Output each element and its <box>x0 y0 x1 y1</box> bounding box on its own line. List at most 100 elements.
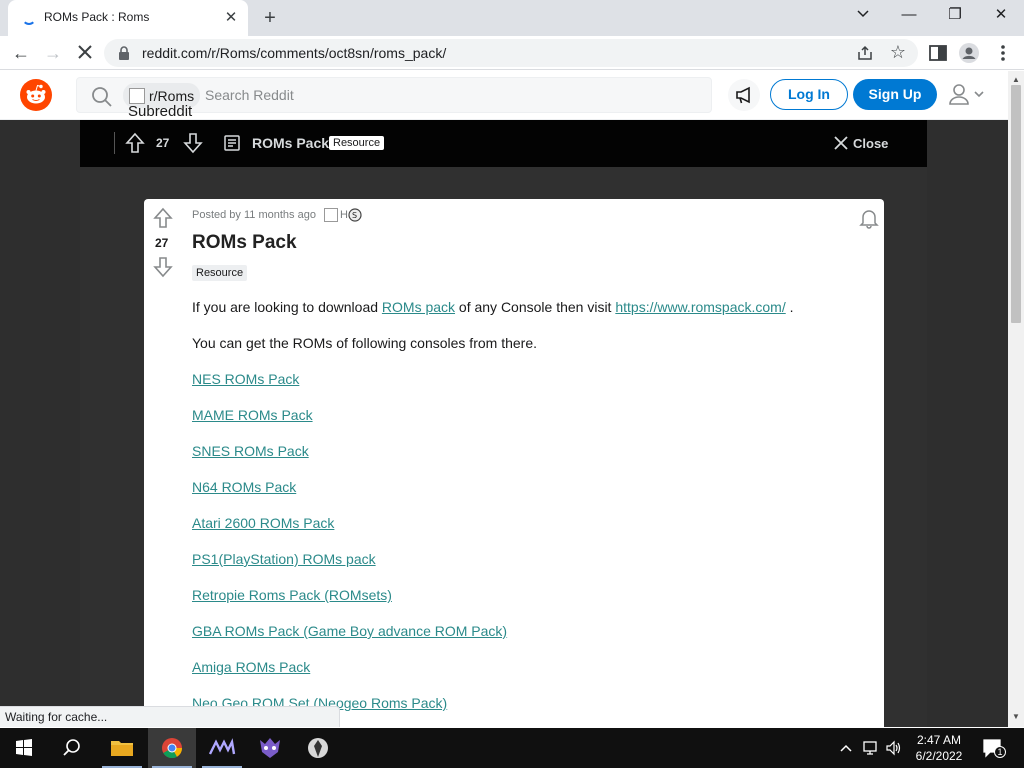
loading-spinner-icon <box>22 11 36 25</box>
browser-menu-icon[interactable] <box>992 42 1014 64</box>
divider <box>114 132 115 154</box>
megaphone-icon <box>736 86 750 104</box>
signup-button[interactable]: Sign Up <box>853 79 937 110</box>
intro-paragraph: If you are looking to download ROMs pack… <box>192 299 872 316</box>
nes-roms-link[interactable]: NES ROMs Pack <box>192 371 299 387</box>
browser-status-bubble: Waiting for cache... <box>0 706 340 727</box>
taskbar-app-vee[interactable] <box>198 728 246 768</box>
n64-roms-link[interactable]: N64 ROMs Pack <box>192 479 296 495</box>
award-coin-icon[interactable]: S <box>348 208 362 222</box>
new-tab-button[interactable]: + <box>257 5 283 31</box>
roms-pack-link[interactable]: ROMs pack <box>382 299 455 315</box>
post-body: If you are looking to download ROMs pack… <box>192 299 872 727</box>
romspack-url-link[interactable]: https://www.romspack.com/ <box>615 299 785 315</box>
downvote-arrow-icon[interactable] <box>182 132 204 154</box>
window-minimize-button[interactable]: — <box>886 0 932 30</box>
window-restore-button[interactable]: ❐ <box>932 0 978 30</box>
action-center-button[interactable]: 1 <box>980 736 1008 760</box>
taskbar-search-button[interactable] <box>48 728 96 768</box>
start-button[interactable] <box>0 728 48 768</box>
close-post-button[interactable]: Close <box>834 133 888 153</box>
login-button[interactable]: Log In <box>770 79 848 110</box>
notification-bell-icon[interactable] <box>858 207 880 229</box>
gba-roms-link[interactable]: GBA ROMs Pack (Game Boy advance ROM Pack… <box>192 623 507 639</box>
scroll-down-arrow-icon[interactable]: ▼ <box>1012 712 1020 721</box>
retropie-roms-link[interactable]: Retropie Roms Pack (ROMsets) <box>192 587 392 603</box>
atari-2600-roms-link[interactable]: Atari 2600 ROMs Pack <box>192 515 334 531</box>
close-label: Close <box>853 135 889 151</box>
award-alt-text: H <box>339 209 348 221</box>
downvote-arrow-icon[interactable] <box>152 256 174 278</box>
intro-text-1: If you are looking to download <box>192 299 382 315</box>
share-icon[interactable] <box>856 44 874 62</box>
post-vote-count: 27 <box>155 236 169 250</box>
network-icon[interactable] <box>862 739 880 757</box>
tab-search-button[interactable] <box>840 0 886 30</box>
back-button[interactable]: ← <box>8 40 34 66</box>
stop-loading-button[interactable] <box>72 40 98 66</box>
chevron-down-icon <box>857 10 869 18</box>
page-scrollbar[interactable]: ▲ ▼ <box>1008 71 1024 727</box>
mame-roms-link[interactable]: MAME ROMs Pack <box>192 407 313 423</box>
notification-count-badge: 1 <box>994 746 1006 758</box>
clock-time: 2:47 AM <box>916 733 962 747</box>
search-icon <box>63 739 80 756</box>
close-icon <box>834 136 848 150</box>
upvote-arrow-icon[interactable] <box>152 207 174 229</box>
reddit-snoo-icon <box>26 84 46 104</box>
post-flair-badge[interactable]: Resource <box>192 265 248 281</box>
overlay-post-title: ROMs Pack <box>252 135 330 151</box>
windows-logo-icon <box>16 739 32 756</box>
advertise-button[interactable] <box>728 79 760 111</box>
reddit-logo-icon[interactable] <box>20 79 52 111</box>
side-panel-icon[interactable] <box>927 42 949 64</box>
browser-tab-strip: ROMs Pack : Roms ✕ + — ❐ ✕ <box>0 0 1024 36</box>
post-title: ROMs Pack <box>192 232 297 253</box>
tab-title: ROMs Pack : Roms <box>44 10 150 24</box>
intro-text-3: . <box>785 299 794 315</box>
post-overlay-header: 27 ROMs Pack Resource Close <box>80 120 927 167</box>
subreddit-alt-text: Subreddit <box>128 103 193 120</box>
scroll-up-arrow-icon[interactable]: ▲ <box>1012 75 1020 84</box>
posted-by-label: Posted by <box>192 209 241 221</box>
taskbar-clock[interactable]: 2:47 AM 6/2/2022 <box>906 732 972 764</box>
consoles-paragraph: You can get the ROMs of following consol… <box>192 335 537 351</box>
profile-avatar-icon[interactable] <box>958 42 980 64</box>
subreddit-chip-label: r/Roms <box>149 87 195 104</box>
upvote-arrow-icon[interactable] <box>124 132 146 154</box>
lock-icon <box>119 46 129 60</box>
overlay-flair-badge: Resource <box>329 136 385 150</box>
taskbar-app-mask[interactable] <box>246 728 294 768</box>
amiga-roms-link[interactable]: Amiga ROMs Pack <box>192 659 310 675</box>
url-text: reddit.com/r/Roms/comments/oct8sn/roms_p… <box>142 45 447 61</box>
volume-icon[interactable] <box>885 739 903 757</box>
user-dropdown[interactable] <box>946 81 990 109</box>
taskbar-file-explorer[interactable] <box>98 728 146 768</box>
bookmark-star-icon[interactable]: ☆ <box>890 42 906 63</box>
post-card: 27 Posted by 11 months ago H S ROMs Pack… <box>144 199 884 727</box>
snes-roms-link[interactable]: SNES ROMs Pack <box>192 443 309 459</box>
post-meta: Posted by 11 months ago H S <box>192 208 362 222</box>
subreddit-icon <box>129 87 145 104</box>
taskbar-chrome[interactable] <box>148 728 196 768</box>
post-time[interactable]: 11 months ago <box>244 209 316 221</box>
text-post-icon <box>224 135 240 151</box>
clock-date: 6/2/2022 <box>915 749 963 763</box>
scrollbar-thumb[interactable] <box>1011 85 1021 323</box>
address-bar[interactable]: reddit.com/r/Roms/comments/oct8sn/roms_p… <box>104 39 918 67</box>
svg-text:S: S <box>352 211 357 220</box>
taskbar-app-shield[interactable] <box>294 728 342 768</box>
window-close-button[interactable]: ✕ <box>978 0 1024 30</box>
browser-tab[interactable]: ROMs Pack : Roms ✕ <box>8 0 248 36</box>
mask-app-icon <box>260 738 280 758</box>
tab-close-button[interactable]: ✕ <box>220 7 242 29</box>
shield-app-icon <box>308 738 328 758</box>
app-logo-icon <box>208 738 236 755</box>
forward-button[interactable]: → <box>40 40 66 66</box>
ps1-roms-link[interactable]: PS1(PlayStation) ROMs pack <box>192 551 376 567</box>
windows-taskbar: 2:47 AM 6/2/2022 1 <box>0 728 1024 768</box>
intro-text-2: of any Console then visit <box>455 299 616 315</box>
user-icon <box>949 84 984 105</box>
tray-chevron-up-icon[interactable] <box>838 740 854 756</box>
chrome-icon <box>162 738 183 759</box>
